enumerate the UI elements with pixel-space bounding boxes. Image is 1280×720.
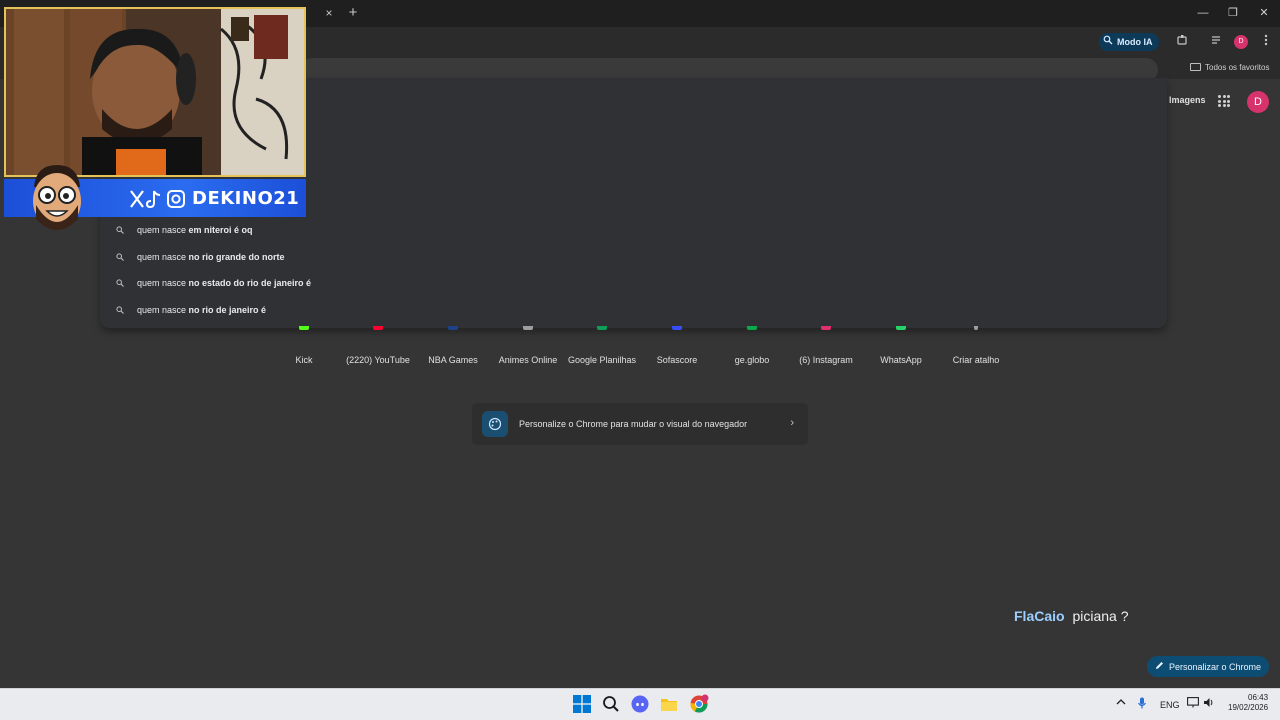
folder-icon xyxy=(1190,63,1201,71)
webcam-video xyxy=(4,7,306,177)
suggestion-item[interactable]: quem nasce no rio grande do norte xyxy=(116,250,285,264)
shortcut-nba-games[interactable]: NBA Games xyxy=(413,326,493,365)
shortcut-label: Sofascore xyxy=(656,355,698,365)
customize-chrome-card[interactable]: Personalize o Chrome para mudar o visual… xyxy=(472,403,808,445)
file-explorer-icon[interactable] xyxy=(659,694,679,714)
chrome-icon[interactable] xyxy=(689,694,709,714)
streamer-cartoon-avatar xyxy=(28,161,86,233)
animes-icon xyxy=(523,326,533,330)
search-icon xyxy=(116,226,124,234)
close-window-button[interactable]: ✕ xyxy=(1254,4,1274,22)
language-indicator[interactable]: ENG xyxy=(1160,700,1180,710)
shortcut-label: WhatsApp xyxy=(880,355,922,365)
suggestion-item[interactable]: quem nasce no estado do rio de janeiro é xyxy=(116,276,311,290)
shortcut-label: (2220) YouTube xyxy=(346,355,410,365)
shortcut-label: Animes Online xyxy=(498,355,558,365)
images-link[interactable]: Imagens xyxy=(1169,95,1206,105)
plus-icon xyxy=(974,326,978,330)
discord-icon[interactable] xyxy=(630,694,650,714)
sheets-icon xyxy=(597,326,607,330)
network-icon[interactable] xyxy=(1187,697,1199,710)
social-icons xyxy=(130,189,190,209)
chevron-up-icon[interactable] xyxy=(1116,697,1126,709)
microphone-icon[interactable] xyxy=(1137,697,1147,711)
sparkle-search-icon xyxy=(1103,33,1113,51)
suggestion-item[interactable]: quem nasce no rio de janeiro é xyxy=(116,303,266,317)
suggestion-text: quem nasce no rio de janeiro é xyxy=(137,305,267,315)
kick-icon xyxy=(299,326,309,330)
nba-icon xyxy=(448,326,458,330)
palette-icon xyxy=(482,411,508,437)
clock-time: 06:43 xyxy=(1248,693,1269,702)
personalize-label: Personalizar o Chrome xyxy=(1168,661,1262,672)
shortcut-ge-globo[interactable]: ge.globo xyxy=(712,326,792,365)
youtube-icon xyxy=(373,326,383,330)
shortcut-animes-online[interactable]: Animes Online xyxy=(488,326,568,365)
customize-card-text: Personalize o Chrome para mudar o visual… xyxy=(519,419,748,429)
suggestion-text: quem nasce em niteroi é oq xyxy=(137,225,253,235)
menu-kebab-icon[interactable] xyxy=(1258,34,1274,50)
suggestion-text: quem nasce no estado do rio de janeiro é xyxy=(137,278,312,288)
all-bookmarks-folder[interactable]: Todos os favoritos xyxy=(1190,60,1269,74)
suggestion-item[interactable]: quem nasce em niteroi é oq xyxy=(116,223,253,237)
search-icon xyxy=(116,253,124,261)
profile-button[interactable]: D xyxy=(1234,35,1248,49)
pencil-icon xyxy=(1155,661,1164,672)
volume-icon[interactable] xyxy=(1203,697,1215,710)
shortcut-sofascore[interactable]: Sofascore xyxy=(637,326,717,365)
shortcut-label: NBA Games xyxy=(428,355,478,365)
search-icon xyxy=(116,279,124,287)
close-tab-icon[interactable]: × xyxy=(322,6,336,20)
search-icon[interactable] xyxy=(601,694,621,714)
modo-ia-label: Modo IA xyxy=(1117,37,1153,47)
search-icon xyxy=(116,306,124,314)
minimize-button[interactable]: — xyxy=(1193,4,1213,22)
all-bookmarks-label: Todos os favoritos xyxy=(1205,62,1270,72)
personalize-chrome-button[interactable]: Personalizar o Chrome xyxy=(1147,656,1269,677)
new-tab-button[interactable]: + xyxy=(346,5,360,21)
whatsapp-icon xyxy=(896,326,906,330)
shortcut-create[interactable]: Criar atalho xyxy=(936,326,1016,365)
webcam-overlay: DEKINO21 xyxy=(4,7,306,230)
account-avatar[interactable]: D xyxy=(1247,91,1269,113)
maximize-button[interactable]: ❐ xyxy=(1223,4,1243,22)
streamer-handle: DEKINO21 xyxy=(192,188,300,209)
chat-overlay-message: FlaCaio piciana ? xyxy=(1014,608,1129,624)
media-controls-icon[interactable] xyxy=(1209,34,1225,50)
extensions-icon[interactable] xyxy=(1174,34,1190,50)
clock-date: 19/02/2026 xyxy=(1228,703,1269,712)
suggestion-text: quem nasce no rio grande do norte xyxy=(137,252,285,262)
shortcut-label: ge.globo xyxy=(734,355,770,365)
shortcut-youtube[interactable]: (2220) YouTube xyxy=(338,326,418,365)
sofascore-icon xyxy=(672,326,682,330)
chat-text: piciana ? xyxy=(1072,608,1129,624)
shortcut-kick[interactable]: Kick xyxy=(264,326,344,365)
shortcut-label: Criar atalho xyxy=(952,355,1000,365)
shortcut-google-planilhas[interactable]: Google Planilhas xyxy=(562,326,642,365)
system-clock[interactable]: 06:43 19/02/2026 xyxy=(1228,693,1268,713)
shortcut-label: (6) Instagram xyxy=(799,355,853,365)
chevron-right-icon: › xyxy=(790,417,794,429)
modo-ia-button[interactable]: Modo IA xyxy=(1099,33,1159,51)
shortcut-whatsapp[interactable]: WhatsApp xyxy=(861,326,941,365)
chat-username: FlaCaio xyxy=(1014,608,1065,624)
instagram-icon xyxy=(821,326,831,330)
google-apps-icon[interactable] xyxy=(1218,95,1230,107)
shortcut-label: Google Planilhas xyxy=(567,355,637,365)
shortcut-instagram[interactable]: (6) Instagram xyxy=(786,326,866,365)
shortcut-label: Kick xyxy=(295,355,313,365)
windows-start-icon[interactable] xyxy=(572,694,592,714)
ge-globo-icon xyxy=(747,326,757,330)
